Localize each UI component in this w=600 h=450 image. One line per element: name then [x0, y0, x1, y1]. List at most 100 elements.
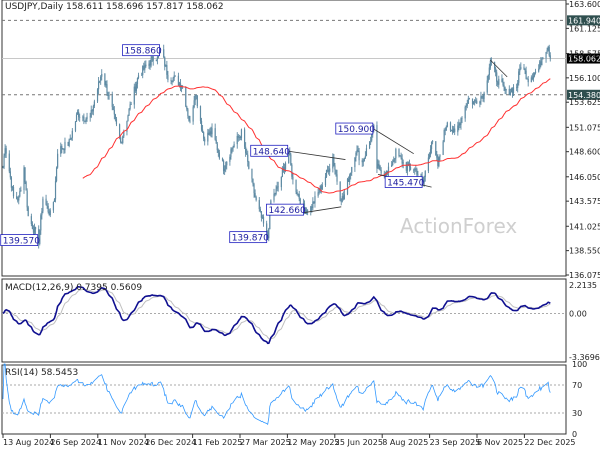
candle-body — [210, 131, 212, 135]
candle-body — [383, 173, 385, 175]
price-label: 145.470 — [387, 179, 424, 189]
candle-body — [251, 168, 253, 179]
candle-body — [260, 211, 262, 218]
candle-body — [40, 215, 42, 231]
candle-body — [427, 157, 430, 172]
candle-body — [495, 68, 497, 73]
candle-body — [483, 92, 485, 99]
candle-body — [415, 168, 417, 170]
candle-body — [355, 153, 357, 158]
candle-body — [226, 161, 228, 166]
candle-body — [217, 150, 219, 153]
candle-body — [252, 178, 254, 185]
candle-body — [291, 164, 293, 177]
candle-body — [290, 154, 292, 165]
candle-body — [224, 168, 226, 172]
candle-body — [129, 104, 131, 109]
candle-body — [538, 68, 540, 72]
candle-body — [273, 193, 275, 201]
candle-body — [281, 169, 284, 177]
candle-body — [9, 171, 11, 178]
candle-body — [243, 129, 246, 147]
candle-body — [46, 204, 48, 206]
candle-body — [60, 146, 62, 154]
candle-body — [361, 160, 363, 163]
candle-body — [318, 192, 320, 193]
candle-body — [349, 175, 351, 182]
candle-body — [519, 68, 521, 72]
candle-body — [253, 184, 255, 194]
candle-body — [511, 88, 514, 93]
candle-body — [413, 169, 415, 171]
panel-frame-2 — [1, 364, 567, 435]
candle-body — [63, 148, 65, 151]
candle-body — [200, 121, 203, 130]
candle-body — [17, 198, 19, 201]
candle-body — [133, 86, 135, 105]
date-tick-label: 13 Aug 2024 — [3, 438, 54, 447]
candle-body — [401, 158, 403, 164]
candle-body — [365, 148, 368, 156]
candle-body — [68, 139, 70, 146]
rsi-tick-label: 100 — [572, 360, 587, 369]
candle-body — [449, 122, 452, 131]
candle-body — [502, 82, 504, 85]
candle-body — [85, 118, 87, 122]
candle-body — [467, 98, 469, 104]
candle-body — [379, 165, 381, 170]
candle-body — [194, 95, 196, 101]
candle-body — [196, 95, 198, 107]
candle-body — [142, 65, 144, 76]
candle-body — [2, 167, 4, 169]
candle-body — [480, 96, 482, 102]
candle-body — [180, 87, 183, 89]
candle-body — [487, 74, 489, 81]
candle-body — [439, 154, 441, 157]
candle-body — [503, 84, 505, 88]
candle-body — [107, 93, 109, 96]
candle-body — [332, 157, 334, 169]
candle-body — [248, 161, 250, 169]
date-tick-label: 26 Sep 2024 — [50, 438, 101, 447]
candle-body — [326, 169, 329, 171]
candle-body — [548, 46, 550, 56]
candle-body — [174, 75, 176, 77]
candle-body — [221, 158, 224, 161]
candle-body — [101, 74, 103, 77]
candle-body — [520, 67, 522, 69]
candle-body — [368, 141, 371, 149]
candle-body — [283, 167, 286, 170]
price-tick-label: 158.575 — [569, 49, 600, 58]
candle-body — [542, 57, 544, 60]
candle-body — [128, 108, 130, 116]
candle-body — [48, 211, 50, 216]
candle-body — [259, 209, 261, 212]
candle-body — [363, 157, 365, 162]
candle-body — [414, 168, 416, 171]
candle-body — [531, 77, 534, 79]
candle-body — [510, 88, 512, 92]
candle-body — [3, 155, 5, 168]
candle-body — [532, 76, 535, 79]
price-label: 148.640 — [253, 147, 290, 157]
candle-body — [230, 149, 232, 157]
candle-body — [545, 52, 547, 58]
candle-body — [149, 63, 151, 66]
candle-body — [340, 201, 342, 202]
candle-body — [488, 67, 490, 75]
candle-body — [41, 211, 43, 216]
candle-body — [314, 195, 316, 204]
candle-body — [321, 185, 323, 190]
candle-body — [395, 148, 397, 159]
candle-body — [524, 68, 526, 71]
candle-body — [165, 65, 167, 67]
candle-body — [144, 64, 146, 70]
candle-body — [74, 121, 77, 131]
watermark: ActionForex — [400, 214, 517, 238]
candle-body — [429, 149, 432, 155]
candle-body — [346, 178, 349, 195]
candle-body — [295, 179, 297, 193]
candle-body — [486, 80, 488, 93]
candle-body — [96, 89, 99, 102]
candle-body — [474, 100, 476, 102]
